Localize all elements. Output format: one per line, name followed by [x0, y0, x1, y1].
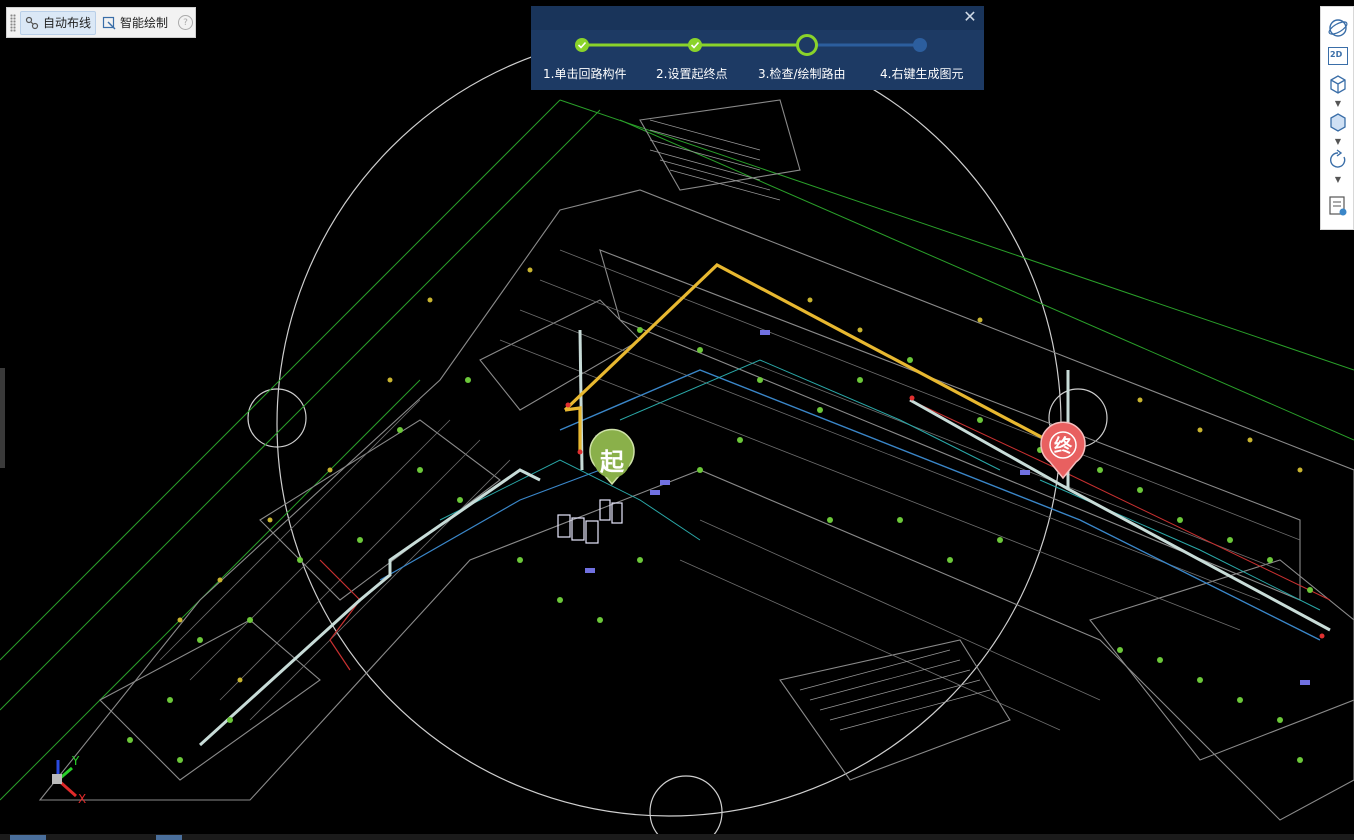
svg-text:终: 终	[1054, 435, 1073, 457]
step-1-dot[interactable]	[575, 38, 589, 52]
step-2-label: 2.设置起终点	[656, 67, 728, 81]
view-toolbar: 2D ▼ ▼ ▼	[1320, 6, 1354, 230]
box-icon[interactable]	[1327, 111, 1349, 133]
orbit-icon[interactable]	[1327, 17, 1349, 39]
step-2-dot[interactable]	[688, 38, 702, 52]
axis-x-label: X	[78, 792, 87, 806]
step-3-label: 3.检查/绘制路由	[758, 67, 846, 81]
step-1-label: 1.单击回路构件	[543, 67, 627, 81]
toolbar-grip[interactable]	[10, 13, 16, 32]
cad-viewport[interactable]: 起 终	[0, 0, 1354, 840]
step-3-dot[interactable]	[796, 34, 818, 56]
route-stepper-panel: ✕ 1.单击回路构件 2.设置起终点 3.检查/绘制路由 4.右键生成图元	[531, 6, 984, 90]
bottom-tab[interactable]	[156, 835, 182, 840]
rotate-icon[interactable]	[1327, 149, 1349, 171]
step-4-dot[interactable]	[913, 38, 927, 52]
chevron-down-icon[interactable]: ▼	[1334, 100, 1342, 108]
bottom-tab[interactable]	[10, 835, 46, 840]
left-collapse-tab[interactable]	[0, 368, 5, 468]
step-4-label: 4.右键生成图元	[880, 67, 964, 81]
status-strip	[0, 834, 1354, 840]
auto-route-button[interactable]: 自动布线	[20, 10, 97, 35]
routing-toolbar: 自动布线 智能绘制 ?	[6, 7, 196, 38]
chevron-down-icon[interactable]: ▼	[1334, 176, 1342, 184]
view-2d-button[interactable]: 2D	[1328, 47, 1348, 65]
view-2d-label: 2D	[1330, 50, 1343, 59]
cube-icon[interactable]	[1327, 73, 1349, 95]
help-icon[interactable]: ?	[178, 15, 194, 30]
auto-route-label: 自动布线	[43, 16, 92, 30]
chevron-down-icon[interactable]: ▼	[1334, 138, 1342, 146]
axis-y-label: Y	[72, 754, 80, 768]
layer-list-icon[interactable]	[1327, 195, 1349, 217]
smart-draw-icon	[102, 16, 116, 29]
smart-draw-button[interactable]: 智能绘制	[98, 12, 172, 34]
auto-route-icon	[25, 16, 39, 29]
svg-text:起: 起	[599, 448, 625, 476]
smart-draw-label: 智能绘制	[120, 16, 169, 30]
